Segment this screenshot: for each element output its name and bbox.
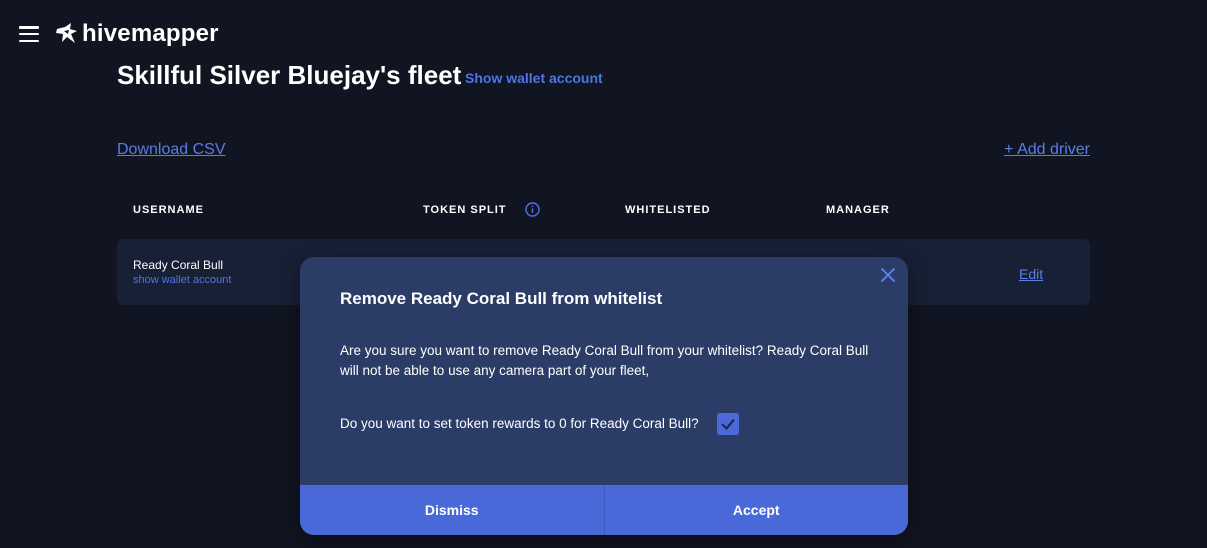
modal-button-bar: Dismiss Accept — [300, 485, 908, 535]
row-show-wallet-link[interactable]: show wallet account — [133, 274, 231, 286]
row-edit-link[interactable]: Edit — [1019, 266, 1043, 282]
column-header-whitelisted: WHITELISTED — [625, 204, 711, 216]
modal-title: Remove Ready Coral Bull from whitelist — [340, 289, 663, 308]
column-header-token-split: TOKEN SPLIT — [423, 204, 507, 216]
bee-logo-icon — [56, 23, 77, 43]
dismiss-button[interactable]: Dismiss — [300, 485, 604, 535]
close-icon[interactable] — [880, 267, 896, 283]
fleet-page: hivemapper Skillful Silver Bluejay's fle… — [0, 0, 1207, 548]
logo-text: hivemapper — [82, 20, 219, 47]
download-csv-link[interactable]: Download CSV — [117, 141, 226, 159]
token-rewards-question: Do you want to set token rewards to 0 fo… — [340, 416, 699, 431]
page-title: Skillful Silver Bluejay's fleet — [117, 60, 462, 90]
token-rewards-checkbox[interactable] — [717, 413, 739, 435]
column-header-manager: MANAGER — [826, 204, 890, 216]
modal-message: Are you sure you want to remove Ready Co… — [340, 343, 869, 378]
logo[interactable]: hivemapper — [54, 18, 219, 50]
info-circle-icon[interactable] — [525, 202, 540, 217]
column-header-username: USERNAME — [133, 204, 204, 216]
show-wallet-account-link[interactable]: Show wallet account — [465, 70, 603, 86]
checkmark-icon — [721, 418, 735, 431]
accept-button[interactable]: Accept — [603, 485, 909, 535]
row-username: Ready Coral Bull — [133, 258, 224, 272]
hamburger-icon[interactable] — [19, 26, 39, 43]
add-driver-link[interactable]: + Add driver — [1004, 141, 1090, 159]
remove-whitelist-modal: Remove Ready Coral Bull from whitelist A… — [300, 257, 908, 535]
